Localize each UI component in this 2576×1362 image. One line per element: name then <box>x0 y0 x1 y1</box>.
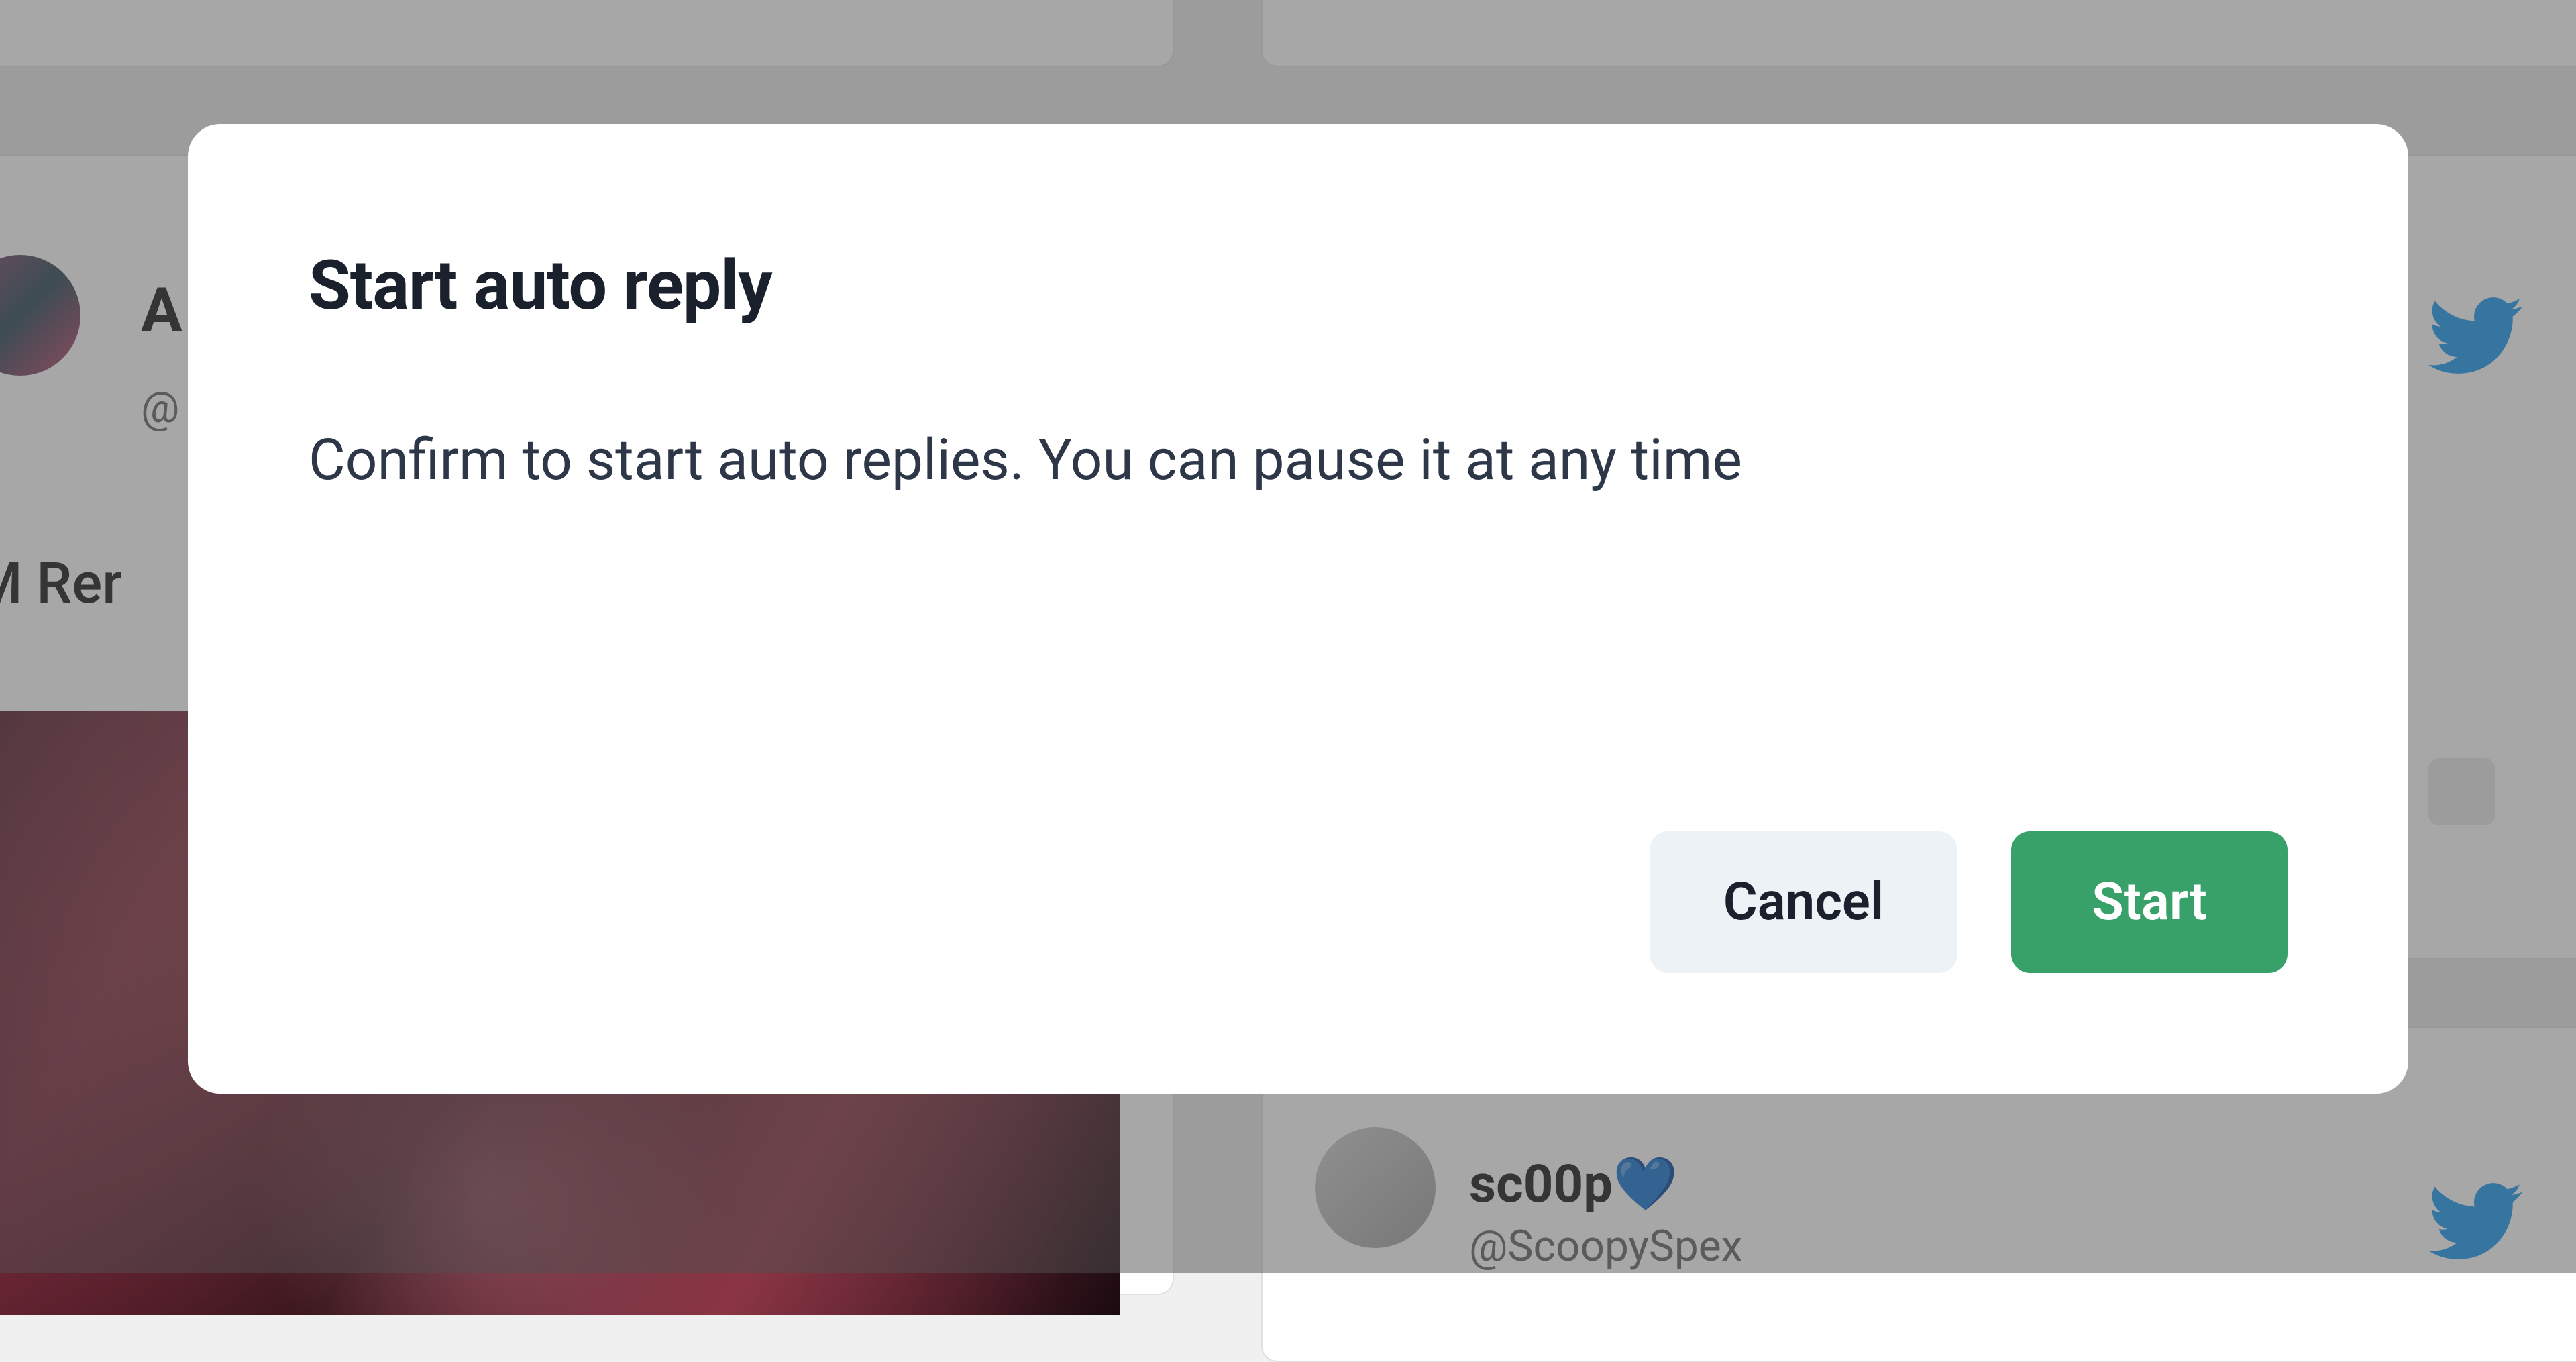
modal-footer: Cancel Start <box>309 831 2288 973</box>
start-button[interactable]: Start <box>2011 831 2288 973</box>
start-auto-reply-modal: Start auto reply Confirm to start auto r… <box>188 124 2408 1094</box>
modal-body-text: Confirm to start auto replies. You can p… <box>309 419 2288 804</box>
cancel-button[interactable]: Cancel <box>1650 831 1957 973</box>
modal-title: Start auto reply <box>309 245 2288 325</box>
